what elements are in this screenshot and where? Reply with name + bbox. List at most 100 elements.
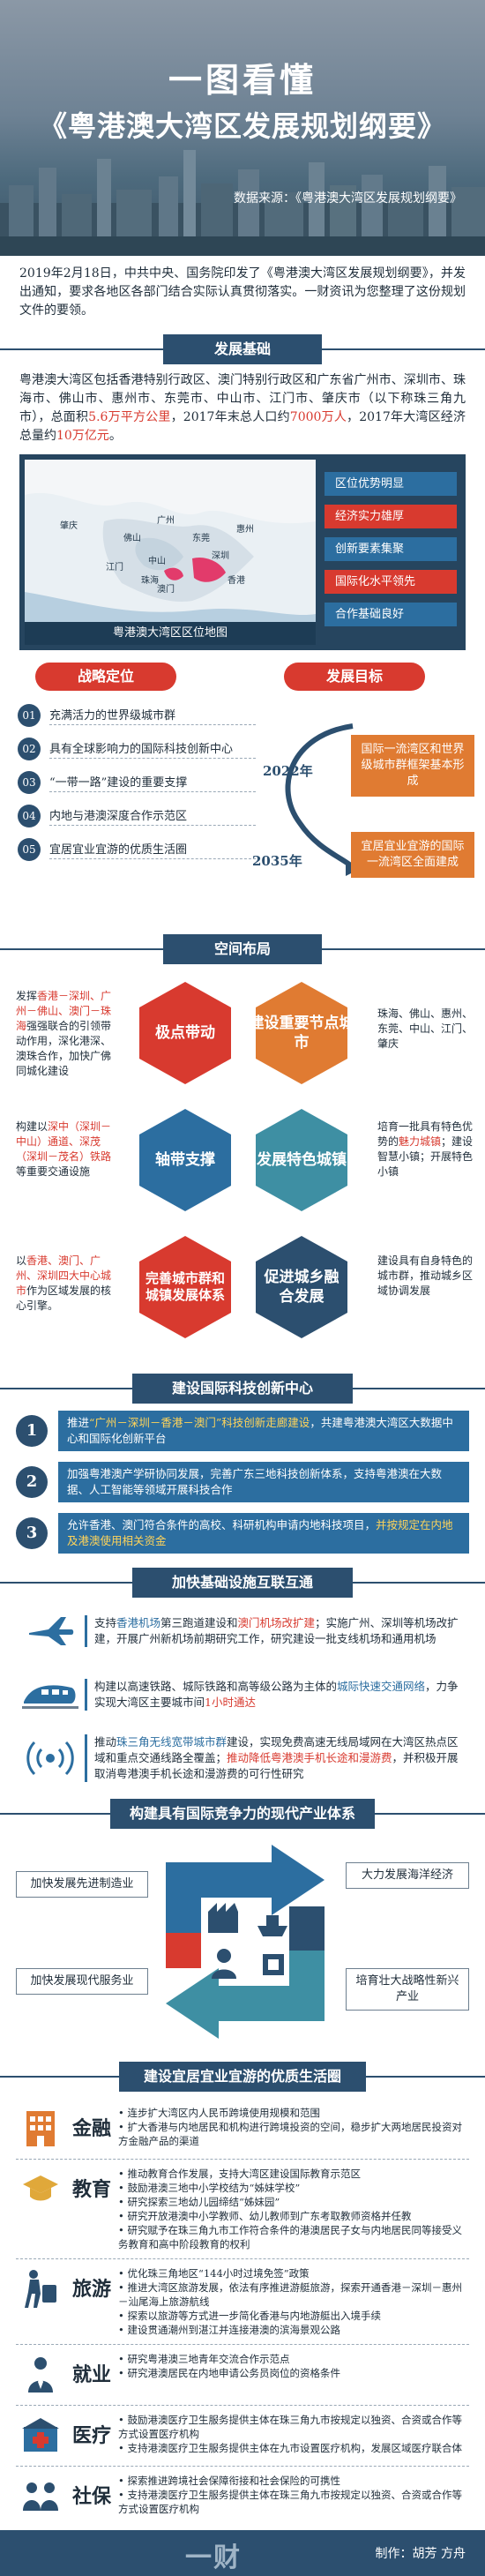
livable-items: 研究粤港澳三地青年交流合作示范点 研究港澳居民在内地申请公务员岗位的资格条件 — [118, 2352, 469, 2380]
goal-2035: 宜居宜业宜游的国际一流湾区全面建成 — [351, 832, 474, 878]
section-header-goals: 发展目标 — [284, 663, 425, 691]
innovation-number: 3 — [16, 1517, 48, 1549]
finance-icon — [16, 2106, 65, 2152]
innovation-row: 2 加强粤港澳产学研协同发展，完善广东三地科技创新体系，支持粤港澳在大数据、人工… — [16, 1462, 469, 1502]
hex-node-cities: 建设重要节点城市 — [249, 980, 354, 1086]
infographic-page: 一图看懂 《粤港澳大湾区发展规划纲要》 数据来源：《粤港澳大湾区发展规划纲要》 … — [0, 0, 485, 2576]
hex-label: 发展特色城镇 — [257, 1151, 347, 1169]
infrastructure-text: 构建以高速铁路、城际铁路和高等级公路为主体的城际快速交通网络，力争实现大湾区主要… — [85, 1679, 469, 1711]
advantage-item: 经济实力雄厚 — [325, 505, 457, 528]
positioning-item: 02 具有全球影响力的国际科技创新中心 — [18, 737, 256, 761]
industry-label-manufacturing: 加快发展先进制造业 — [16, 1871, 148, 1898]
livable-item: 研究探索三地幼儿园缔结“姊妹园” — [118, 2195, 469, 2209]
infra-text-red: 澳门机场改扩建 — [237, 1616, 316, 1629]
map-city-zhaoqing: 肇庆 — [60, 520, 78, 531]
spatial-left-2: 构建以深中（深圳－中山）通道、深茂（深圳－茂名）铁路等重要交通设施 — [16, 1120, 115, 1179]
advantage-item: 创新要素集聚 — [325, 537, 457, 561]
livable-item: 支持港澳医疗卫生服务提供主体在九市设置医疗机构，发展区域医疗联合体 — [118, 2441, 469, 2455]
innovation-text-a: 推进 — [67, 1416, 90, 1429]
positioning-item: 01 充满活力的世界级城市群 — [18, 703, 256, 728]
hex-axis-support: 轴带支撑 — [132, 1107, 238, 1213]
positioning-number: 01 — [18, 704, 41, 727]
livable-row-finance: 金融 连步扩大湾区内人民币跨境使用规模和范围 扩大香港与内地居民和机构进行跨境投… — [16, 2099, 469, 2160]
livable-item: 研究赋予在珠三角九市工作符合条件的港澳居民子女与内地居民同等接受义务教育和高中阶… — [118, 2223, 469, 2251]
hex-urban-rural: 促进城乡融合发展 — [249, 1234, 354, 1340]
section-header-positioning: 战略定位 — [35, 663, 176, 691]
travel-icon — [16, 2266, 65, 2312]
social-security-icon — [16, 2474, 65, 2520]
infra-text-red: 1小时通达 — [205, 1696, 256, 1709]
intro-paragraph: 2019年2月18日，中共中央、国务院印发了《粤港澳大湾区发展规划纲要》，并发出… — [19, 266, 466, 318]
map-city-jiangmen: 江门 — [106, 561, 123, 573]
ship-icon — [257, 1915, 287, 1936]
hex-featured-towns: 发展特色城镇 — [249, 1107, 354, 1213]
livable-category: 医疗 — [71, 2424, 111, 2447]
innovation-row: 3 允许香港、澳门符合条件的高校、科研机构申请内地科技项目，并按规定在内地及港澳… — [16, 1513, 469, 1554]
livable-item: 建设贯通潮州到湛江并连接港澳的滨海景观公路 — [118, 2323, 469, 2337]
infra-text-a: 推动 — [94, 1735, 117, 1749]
infra-text-a: 支持 — [94, 1616, 117, 1629]
spatial-left-3-a: 以 — [16, 1254, 27, 1267]
map-city-zhongshan: 中山 — [148, 555, 166, 566]
infra-text-a: 构建以高速铁路、城际铁路和高等级公路为主体的 — [94, 1680, 338, 1693]
livable-item: 探索以旅游等方式进一步简化香港与内地游艇出入境手续 — [118, 2309, 469, 2323]
innovation-text-a: 加强粤港澳产学研协同发展，完善广东三地科技创新体系，支持粤港澳在大数据、人工智能… — [67, 1467, 443, 1496]
livable-category: 金融 — [71, 2117, 111, 2140]
employment-icon — [16, 2352, 65, 2398]
innovation-text: 允许香港、澳门符合条件的高校、科研机构申请内地科技项目，并按规定在内地及港澳使用… — [58, 1513, 469, 1554]
innovation-number: 1 — [16, 1415, 48, 1447]
infrastructure-row: 构建以高速铁路、城际铁路和高等级公路为主体的城际快速交通网络，力争实现大湾区主要… — [16, 1668, 469, 1721]
train-icon — [16, 1668, 85, 1721]
spatial-right-2-hl: 魅力城镇 — [399, 1135, 442, 1148]
basics-gdp: 10万亿元 — [56, 429, 109, 443]
basics-area: 5.6万平方公里 — [88, 410, 171, 424]
map-city-guangzhou: 广州 — [157, 515, 175, 526]
spatial-left-1-a: 发挥 — [16, 990, 38, 1002]
livable-item: 鼓励港澳医疗卫生服务提供主体在珠三角九市按规定以独资、合资或合作等方式设置医疗机… — [118, 2413, 469, 2441]
infrastructure-text: 推动珠三角无线宽带城市群建设，实现免费高速无线局域网在大湾区热点区域和重点交通线… — [85, 1734, 469, 1782]
education-icon — [16, 2167, 65, 2213]
maker-credit: 制作：胡芳 方舟 — [375, 2547, 466, 2561]
section-header-basics: 发展基础 — [0, 334, 485, 364]
innovation-text: 加强粤港澳产学研协同发展，完善广东三地科技创新体系，支持粤港澳在大数据、人工智能… — [58, 1462, 469, 1502]
livable-items: 探索推进跨境社会保障衔接和社会保险的可携性 支持港澳医疗卫生服务提供主体在珠三角… — [118, 2474, 469, 2516]
positioning-item: 03 “一带一路”建设的重要支撑 — [18, 770, 256, 795]
industry-cycle-diagram — [166, 1845, 325, 2039]
livable-items: 优化珠三角地区“144小时过境免签”政策 推进大湾区旅游发展，依法有序推进游艇旅… — [118, 2266, 469, 2337]
livable-item: 连步扩大湾区内人民币跨境使用规模和范围 — [118, 2106, 469, 2120]
spatial-right-3: 建设具有自身特色的城市群，推动城乡区域协调发展 — [377, 1254, 474, 1297]
goal-2022: 国际一流湾区和世界级城市群框架基本形成 — [351, 735, 474, 797]
section-header-infrastructure: 加快基础设施互联互通 — [0, 1568, 485, 1598]
livable-category: 就业 — [71, 2363, 111, 2386]
positioning-number: 03 — [18, 771, 41, 794]
signal-icon — [16, 1732, 85, 1785]
map-city-zhuhai: 珠海 — [141, 574, 159, 586]
livable-item: 研究开放港澳中小学教师、幼儿教师到广东考取教师资格并任教 — [118, 2209, 469, 2223]
livable-items: 连步扩大湾区内人民币跨境使用规模和范围 扩大香港与内地居民和机构进行跨境投资的空… — [118, 2106, 469, 2148]
livable-item: 优化珠三角地区“144小时过境免签”政策 — [118, 2266, 469, 2280]
positioning-text: 内地与港澳深度合作示范区 — [49, 806, 256, 826]
infra-text-hl: 珠三角无线宽带城市群 — [116, 1735, 228, 1749]
livable-row-medical: 医疗 鼓励港澳医疗卫生服务提供主体在珠三角九市按规定以独资、合资或合作等方式设置… — [16, 2406, 469, 2467]
map-city-hongkong: 香港 — [228, 575, 245, 586]
map-city-dongguan: 东莞 — [192, 532, 210, 543]
advantage-list: 区位优势明显 经济实力雄厚 创新要素集聚 国际化水平领先 合作基础良好 — [325, 472, 457, 635]
location-map-panel: 广州 佛山 东莞 惠州 深圳 香港 澳门 珠海 中山 江门 肇庆 粤港澳大湾区区… — [19, 454, 466, 650]
livable-items: 鼓励港澳医疗卫生服务提供主体在珠三角九市按规定以独资、合资或合作等方式设置医疗机… — [118, 2413, 469, 2455]
infra-text-hl: 香港机场 — [116, 1616, 161, 1629]
spatial-layout-section: 发挥香港－深圳、广州－佛山、澳门－珠海强强联合的引领带动作用，深化港深、澳珠合作… — [0, 971, 485, 1359]
innovation-number: 2 — [16, 1466, 48, 1498]
hex-label: 轴带支撑 — [155, 1151, 215, 1169]
hex-label: 建设重要节点城市 — [249, 1015, 354, 1052]
livable-category: 社保 — [71, 2485, 111, 2508]
advantage-item: 国际化水平领先 — [325, 570, 457, 594]
map-caption: 粤港澳大湾区区位地图 — [25, 622, 316, 645]
industry-label-emerging: 培育壮大战略性新兴产业 — [346, 1968, 469, 2011]
livable-item: 推进大湾区旅游发展，依法有序推进游艇旅游，探索开通香港－深圳－惠州－汕尾海上旅游… — [118, 2280, 469, 2309]
innovation-text-highlight: “广州－深圳－香港－澳门”科技创新走廊建设 — [89, 1416, 310, 1429]
positioning-text: 充满活力的世界级城市群 — [49, 706, 256, 725]
medical-icon — [16, 2413, 65, 2459]
advantage-item: 区位优势明显 — [325, 472, 457, 496]
infrastructure-row: 推动珠三角无线宽带城市群建设，实现免费高速无线局域网在大湾区热点区域和重点交通线… — [16, 1732, 469, 1785]
infra-text-hl: 城际快速交通网络 — [337, 1680, 426, 1693]
